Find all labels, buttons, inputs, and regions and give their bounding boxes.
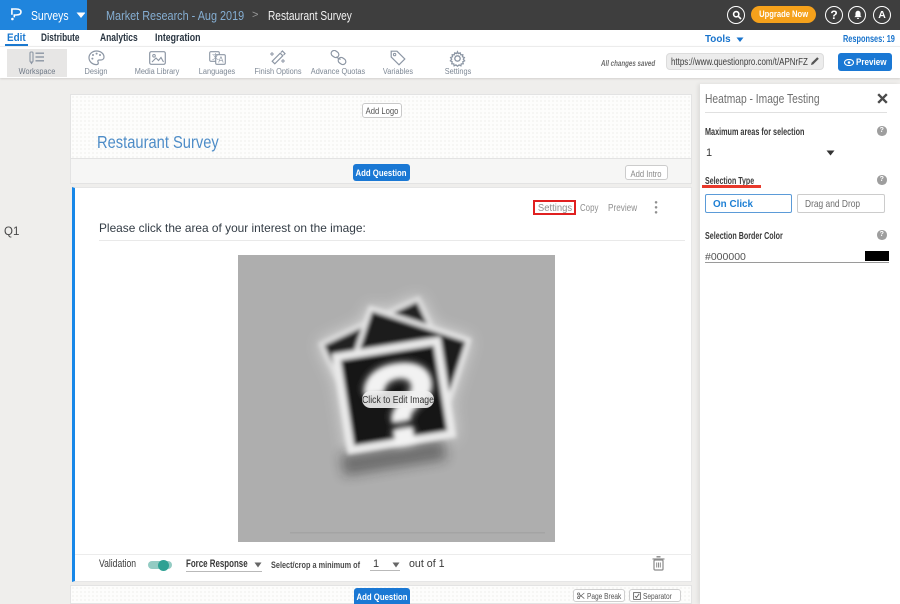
svg-text:Click to Edit Image: Click to Edit Image: [362, 395, 434, 406]
svg-text:A: A: [218, 56, 224, 65]
